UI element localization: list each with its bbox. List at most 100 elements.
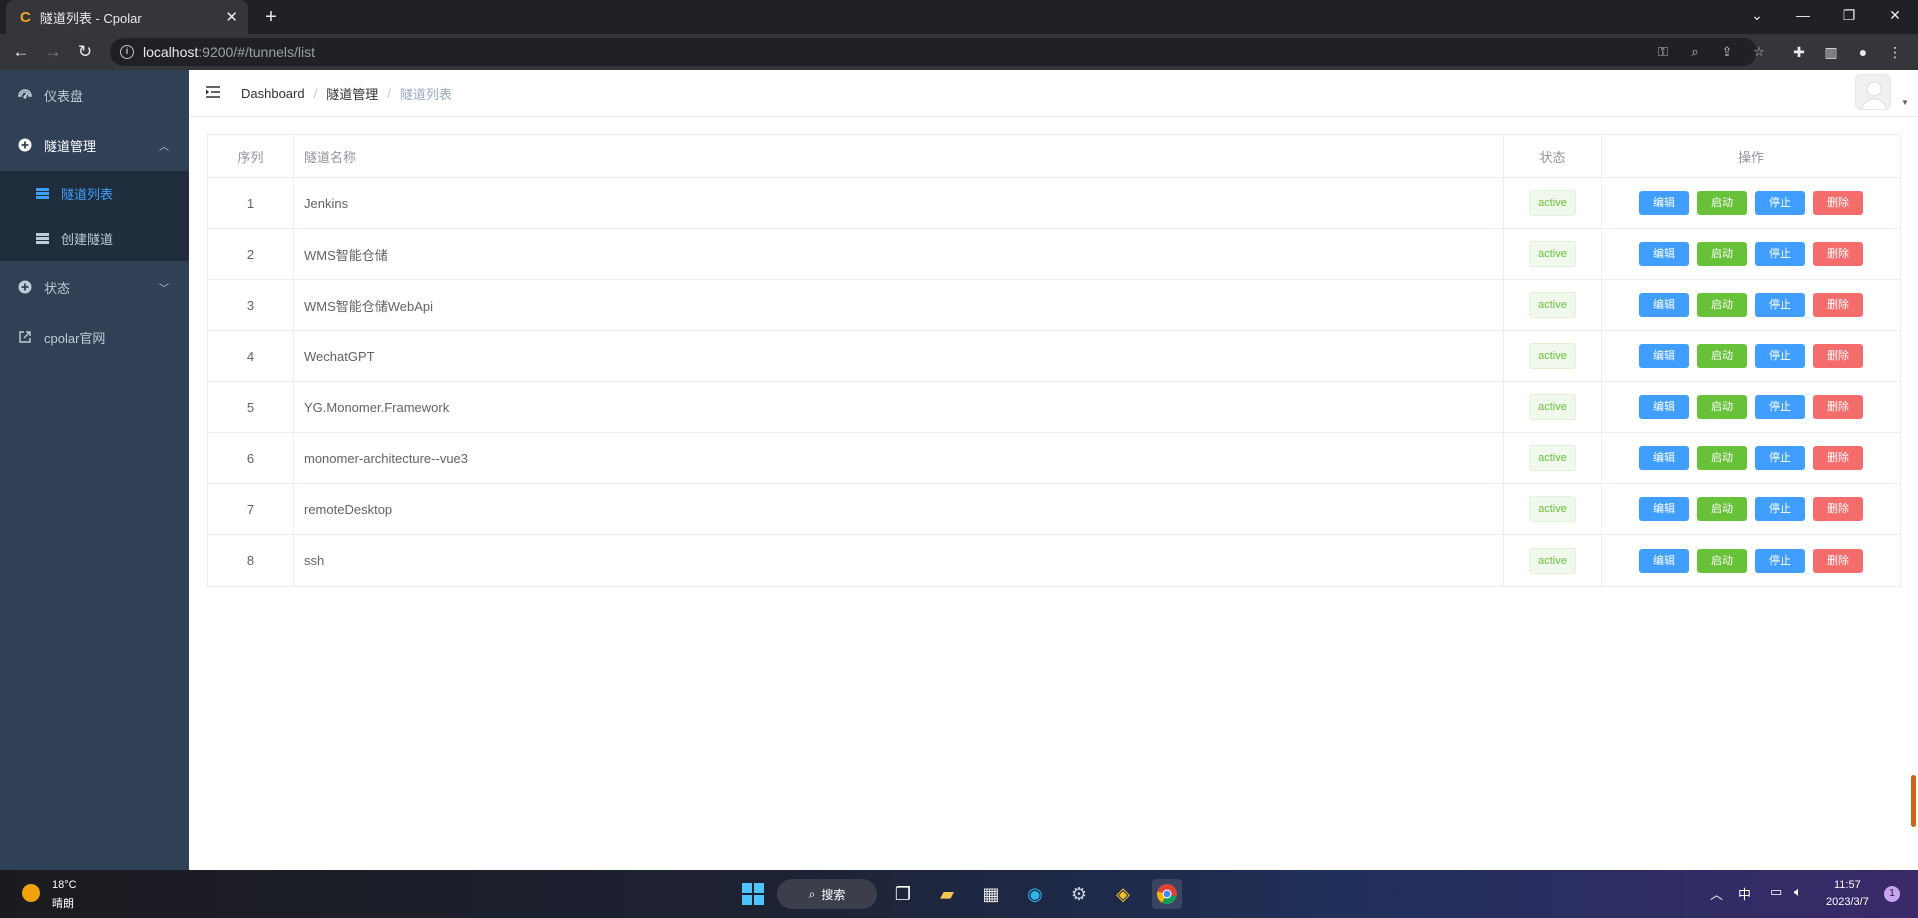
edit-button[interactable]: 编辑 <box>1639 344 1689 368</box>
column-header-name: 隧道名称 <box>294 135 1504 177</box>
reload-icon[interactable]: ↻ <box>71 38 99 66</box>
breadcrumb-tunnel-management[interactable]: 隧道管理 <box>326 84 378 103</box>
delete-button[interactable]: 删除 <box>1813 242 1863 266</box>
hamburger-menu-icon[interactable] <box>205 84 221 100</box>
delete-button[interactable]: 删除 <box>1813 497 1863 521</box>
sidebar-item-create-tunnel[interactable]: 创建隧道 <box>0 216 189 261</box>
profile-icon[interactable]: ● <box>1852 42 1874 62</box>
caret-down-icon[interactable]: ▼ <box>1901 98 1909 107</box>
tunnel-name: ssh <box>294 535 1504 586</box>
chrome-icon[interactable] <box>1152 879 1182 909</box>
start-button[interactable]: 启动 <box>1697 191 1747 215</box>
delete-button[interactable]: 删除 <box>1813 446 1863 470</box>
share-icon[interactable]: ⇪ <box>1716 42 1738 62</box>
edit-button[interactable]: 编辑 <box>1639 446 1689 470</box>
sidebar-item-tunnel-list[interactable]: 隧道列表 <box>0 171 189 216</box>
store-icon[interactable]: ▦ <box>976 879 1006 909</box>
scrollbar-thumb[interactable] <box>1911 775 1916 827</box>
stop-button[interactable]: 停止 <box>1755 548 1805 573</box>
edit-button[interactable]: 编辑 <box>1639 242 1689 266</box>
avatar[interactable] <box>1855 74 1891 110</box>
weather-description[interactable]: 晴朗 <box>52 895 74 911</box>
taskbar-search[interactable]: ⌕ 搜索 <box>777 879 877 909</box>
stop-button[interactable]: 停止 <box>1755 497 1805 521</box>
edit-button[interactable]: 编辑 <box>1639 497 1689 521</box>
status-cell: active <box>1504 280 1602 330</box>
start-button[interactable]: 启动 <box>1697 548 1747 573</box>
volume-icon[interactable]: 🔈︎ <box>1794 884 1802 900</box>
actions-cell: 编辑 启动 停止 删除 <box>1602 229 1900 279</box>
stop-button[interactable]: 停止 <box>1755 395 1805 419</box>
actions-cell: 编辑 启动 停止 删除 <box>1602 178 1900 228</box>
edit-button[interactable]: 编辑 <box>1639 548 1689 573</box>
notification-badge[interactable]: 1 <box>1884 886 1900 902</box>
row-index: 7 <box>208 484 294 534</box>
zoom-icon[interactable]: ⌕ <box>1684 42 1706 62</box>
menu-kebab-icon[interactable]: ⋮ <box>1884 42 1906 62</box>
stop-button[interactable]: 停止 <box>1755 191 1805 215</box>
delete-button[interactable]: 删除 <box>1813 548 1863 573</box>
actions-cell: 编辑 启动 停止 删除 <box>1602 280 1900 330</box>
delete-button[interactable]: 删除 <box>1813 395 1863 419</box>
stop-button[interactable]: 停止 <box>1755 293 1805 317</box>
new-tab-icon[interactable]: + <box>258 4 284 30</box>
tab-search-icon[interactable]: ⌄ <box>1734 0 1780 34</box>
clock-time[interactable]: 11:57 <box>1834 879 1861 891</box>
network-icon[interactable]: ▭ <box>1770 884 1782 900</box>
app-icon[interactable]: ◈ <box>1108 879 1138 909</box>
ime-indicator[interactable]: 中 <box>1738 884 1751 903</box>
start-button[interactable]: 启动 <box>1697 497 1747 521</box>
stop-button[interactable]: 停止 <box>1755 446 1805 470</box>
browser-tab-bar: C 隧道列表 - Cpolar ✕ + ⌄ — ❐ ✕ <box>0 0 1918 34</box>
edit-button[interactable]: 编辑 <box>1639 191 1689 215</box>
task-view-icon[interactable]: ❐ <box>888 879 918 909</box>
table-row: 2 WMS智能仓储 active 编辑 启动 停止 删除 <box>208 229 1900 280</box>
site-info-icon[interactable]: i <box>120 45 134 59</box>
close-tab-icon[interactable]: ✕ <box>225 8 238 26</box>
user-avatar-icon <box>1861 81 1887 109</box>
close-window-icon[interactable]: ✕ <box>1872 0 1918 34</box>
forward-icon[interactable]: → <box>39 38 67 66</box>
tunnel-table: 序列 隧道名称 状态 操作 1 Jenkins active 编辑 启动 停止 … <box>207 134 1901 587</box>
top-navbar: Dashboard / 隧道管理 / 隧道列表 ▼ <box>189 70 1918 117</box>
delete-button[interactable]: 删除 <box>1813 191 1863 215</box>
side-panel-icon[interactable]: ▥ <box>1820 42 1842 62</box>
clock-date[interactable]: 2023/3/7 <box>1826 896 1869 908</box>
key-icon[interactable]: ⚿ <box>1652 42 1674 62</box>
sidebar-item-tunnel-management[interactable]: 隧道管理 ︿ <box>0 120 189 170</box>
edit-button[interactable]: 编辑 <box>1639 293 1689 317</box>
sidebar-item-dashboard[interactable]: 仪表盘 <box>0 70 189 120</box>
status-badge: active <box>1529 394 1576 420</box>
minimize-icon[interactable]: — <box>1780 0 1826 34</box>
browser-tab[interactable]: C 隧道列表 - Cpolar ✕ <box>6 0 248 34</box>
status-badge: active <box>1529 547 1576 574</box>
extensions-icon[interactable]: ✚ <box>1788 42 1810 62</box>
start-windows-icon[interactable] <box>738 879 768 909</box>
stop-button[interactable]: 停止 <box>1755 344 1805 368</box>
weather-temperature[interactable]: 18°C <box>52 879 77 891</box>
edit-button[interactable]: 编辑 <box>1639 395 1689 419</box>
tray-overflow-chevron-icon[interactable]: ︿ <box>1710 884 1723 903</box>
address-bar[interactable]: i localhost:9200/#/tunnels/list ⚿ ⌕ ⇪ ☆ <box>110 38 1765 66</box>
restore-icon[interactable]: ❐ <box>1826 0 1872 34</box>
start-button[interactable]: 启动 <box>1697 446 1747 470</box>
start-button[interactable]: 启动 <box>1697 242 1747 266</box>
table-row: 6 monomer-architecture--vue3 active 编辑 启… <box>208 433 1900 484</box>
stop-button[interactable]: 停止 <box>1755 242 1805 266</box>
back-icon[interactable]: ← <box>7 38 35 66</box>
table-row: 7 remoteDesktop active 编辑 启动 停止 删除 <box>208 484 1900 535</box>
file-explorer-icon[interactable]: ▰ <box>932 879 962 909</box>
start-button[interactable]: 启动 <box>1697 293 1747 317</box>
breadcrumb-dashboard[interactable]: Dashboard <box>241 86 305 101</box>
sidebar-item-status[interactable]: 状态 ﹀ <box>0 262 189 312</box>
bookmark-star-icon[interactable]: ☆ <box>1748 42 1770 62</box>
settings-gear-icon[interactable]: ⚙ <box>1064 879 1094 909</box>
sidebar-item-label: 隧道管理 <box>44 138 97 154</box>
start-button[interactable]: 启动 <box>1697 395 1747 419</box>
delete-button[interactable]: 删除 <box>1813 293 1863 317</box>
delete-button[interactable]: 删除 <box>1813 344 1863 368</box>
start-button[interactable]: 启动 <box>1697 344 1747 368</box>
sidebar-item-cpolar-site[interactable]: cpolar官网 <box>0 312 189 362</box>
edge-browser-icon[interactable]: ◉ <box>1020 879 1050 909</box>
sun-icon[interactable] <box>22 884 40 902</box>
